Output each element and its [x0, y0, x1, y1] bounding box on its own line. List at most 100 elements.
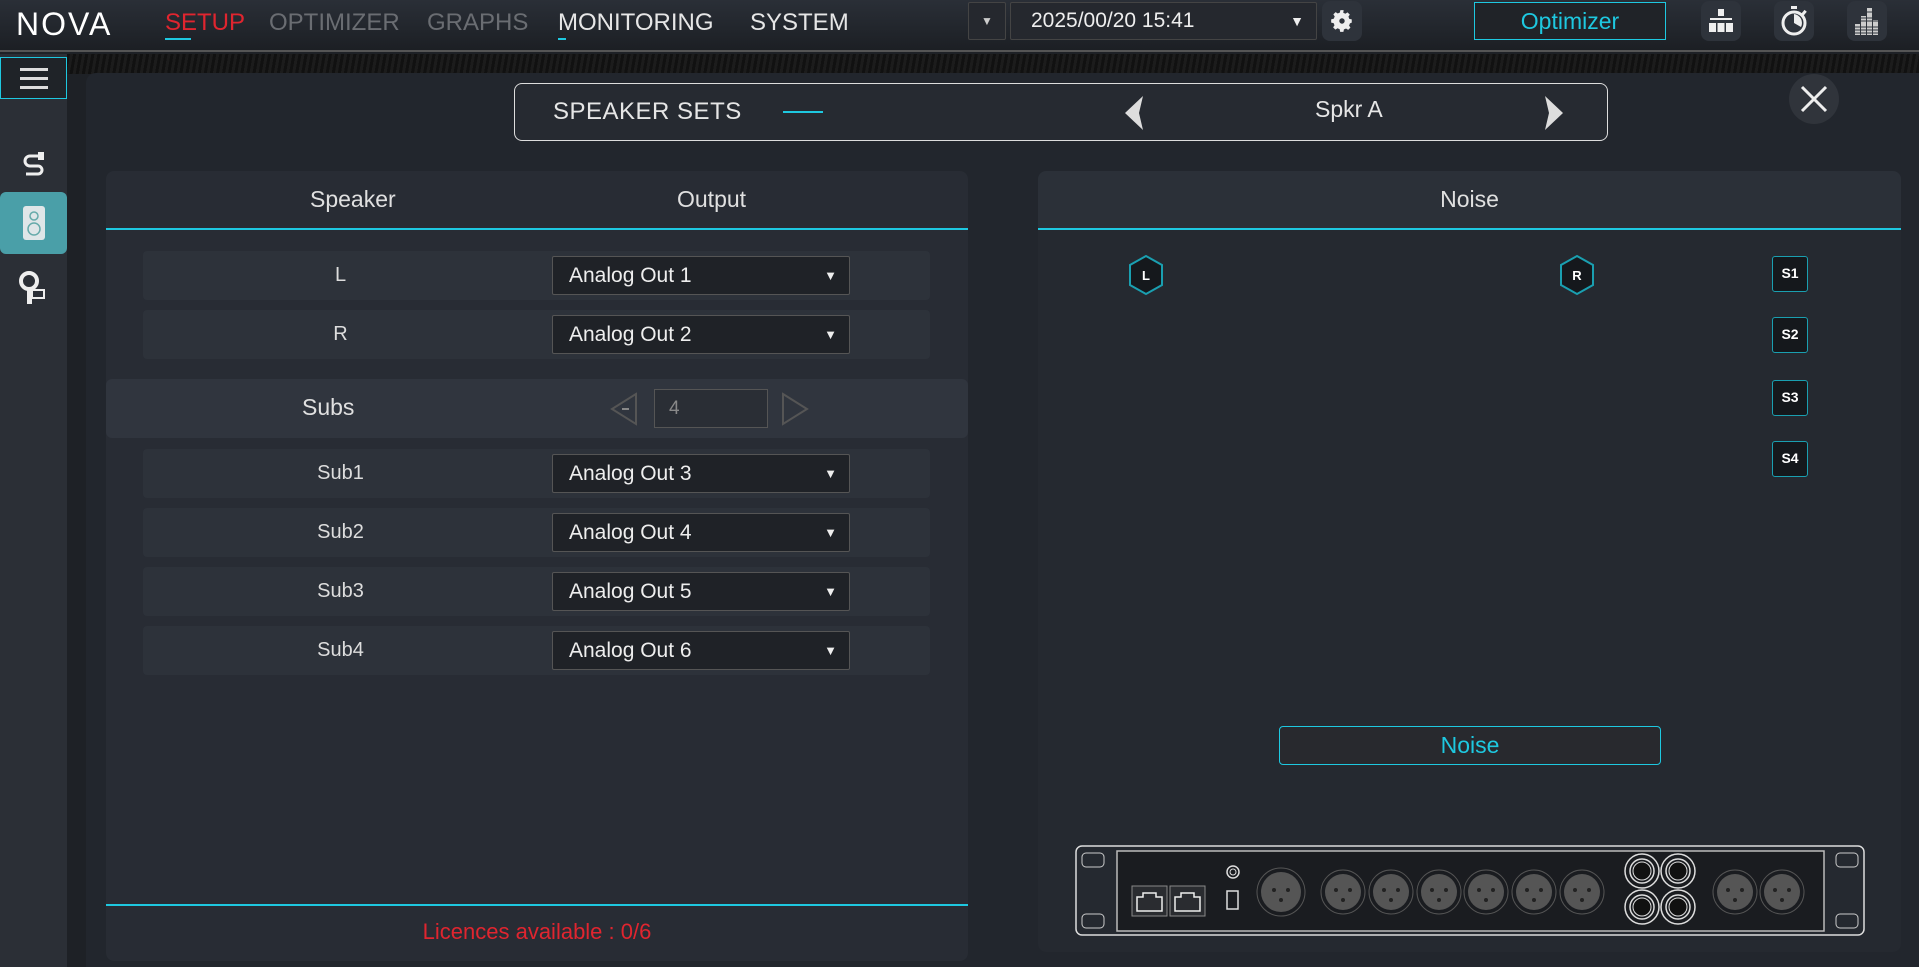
settings-button[interactable]	[1322, 1, 1362, 41]
caret-down-icon: ▼	[824, 584, 837, 599]
jack-connector-icon	[1660, 853, 1696, 889]
speaker-sets-dash	[783, 111, 823, 113]
xlr-connector-icon	[1256, 867, 1306, 917]
output-value: Analog Out 5	[569, 580, 692, 603]
noise-button[interactable]: Noise	[1279, 726, 1661, 765]
xlr-connector-icon	[1368, 869, 1414, 915]
output-column-header: Output	[677, 186, 747, 212]
speaker-sets-selector: SPEAKER SETS Spkr A	[514, 83, 1608, 141]
jack-connector-icon	[1624, 853, 1660, 889]
nav-graphs[interactable]: GRAPHS	[427, 9, 528, 37]
spectrum-button[interactable]	[1847, 1, 1887, 41]
sidebar	[0, 54, 67, 967]
speaker-output-panel: Speaker Output L Analog Out 1 ▼ R Analog Ou…	[106, 171, 968, 961]
spectrum-icon	[1853, 8, 1881, 35]
noise-title: Noise	[1440, 186, 1499, 212]
caret-down-icon: ▼	[824, 525, 837, 540]
datetime-value: 2025/00/20 15:41	[1031, 9, 1195, 32]
optimizer-button[interactable]: Optimizer	[1474, 2, 1666, 40]
output-value: Analog Out 4	[569, 521, 692, 544]
output-select[interactable]: Analog Out 4 ▼	[552, 513, 850, 552]
history-dropdown[interactable]: ▼	[968, 2, 1006, 40]
current-speaker-set: Spkr A	[1315, 96, 1383, 122]
nav-monitoring-underline	[558, 38, 566, 40]
network-button[interactable]	[1701, 1, 1741, 41]
panel-header: Speaker Output	[106, 171, 968, 230]
nova-logo: NOVA	[16, 6, 113, 42]
nav-optimizer[interactable]: OPTIMIZER	[269, 9, 400, 37]
caret-down-icon: ▼	[824, 327, 837, 342]
jack-connector-icon	[1624, 889, 1660, 925]
timer-button[interactable]	[1774, 1, 1814, 41]
footer-divider	[106, 904, 968, 906]
sidebar-item-connectors[interactable]	[8, 260, 60, 316]
output-value: Analog Out 6	[569, 639, 692, 662]
previous-set-arrow-icon[interactable]	[1119, 94, 1149, 132]
sub-node-s2[interactable]: S2	[1772, 317, 1808, 353]
speaker-column-header: Speaker	[310, 186, 396, 212]
xlr-connector-icon	[1511, 869, 1557, 915]
cable-icon	[23, 152, 44, 176]
network-icon	[1709, 9, 1733, 32]
connector-icon	[19, 271, 45, 304]
ethernet-port-icon	[1131, 885, 1168, 917]
output-select[interactable]: Analog Out 5 ▼	[552, 572, 850, 611]
rack-ear-hole	[1835, 913, 1859, 929]
speaker-row-sub2: Sub2 Analog Out 4 ▼	[143, 508, 930, 557]
output-select[interactable]: Analog Out 3 ▼	[552, 454, 850, 493]
subs-count-input[interactable]: 4	[654, 389, 768, 428]
speaker-node-l[interactable]: L	[1127, 254, 1165, 296]
licences-status: Licences available : 0/6	[422, 919, 652, 944]
speaker-node-label: L	[1142, 267, 1150, 283]
speaker-label: Sub2	[317, 521, 364, 543]
rack-ear-hole	[1081, 852, 1105, 868]
sub-node-s3[interactable]: S3	[1772, 380, 1808, 416]
speaker-row-sub4: Sub4 Analog Out 6 ▼	[143, 626, 930, 675]
subs-row: Subs 4	[106, 379, 968, 438]
nav-setup[interactable]: SETUP	[165, 9, 245, 37]
xlr-connector-icon	[1712, 869, 1758, 915]
next-set-arrow-icon[interactable]	[1539, 94, 1569, 132]
increment-subs-icon[interactable]	[780, 392, 810, 426]
sub-node-s1[interactable]: S1	[1772, 256, 1808, 292]
close-icon	[1800, 85, 1828, 113]
caret-down-icon: ▼	[824, 466, 837, 481]
decorative-stripe	[67, 54, 1919, 74]
speaker-row-r: R Analog Out 2 ▼	[143, 310, 930, 359]
speaker-row-sub1: Sub1 Analog Out 3 ▼	[143, 449, 930, 498]
speaker-sets-title: SPEAKER SETS	[553, 98, 742, 125]
output-select[interactable]: Analog Out 2 ▼	[552, 315, 850, 354]
ethernet-port-icon	[1169, 885, 1206, 917]
sidebar-item-speakers[interactable]	[0, 192, 67, 254]
caret-down-icon: ▼	[981, 14, 993, 28]
sub-node-s4[interactable]: S4	[1772, 441, 1808, 477]
output-value: Analog Out 2	[569, 323, 692, 346]
speaker-label: R	[333, 323, 348, 345]
device-rack-diagram	[1075, 845, 1865, 936]
datetime-select[interactable]: 2025/00/20 15:41 ▼	[1010, 2, 1317, 40]
caret-down-icon: ▼	[1290, 13, 1304, 29]
output-select[interactable]: Analog Out 6 ▼	[552, 631, 850, 670]
gear-icon	[1331, 10, 1352, 32]
speaker-row-sub3: Sub3 Analog Out 5 ▼	[143, 567, 930, 616]
speaker-row-l: L Analog Out 1 ▼	[143, 251, 930, 300]
noise-header: Noise	[1038, 171, 1901, 230]
sidebar-item-cables[interactable]	[8, 134, 60, 190]
rack-ear-hole	[1081, 913, 1105, 929]
xlr-connector-icon	[1759, 869, 1805, 915]
speaker-label: Sub1	[317, 462, 364, 484]
speaker-label: Sub3	[317, 580, 364, 602]
output-value: Analog Out 1	[569, 264, 692, 287]
close-button[interactable]	[1789, 74, 1839, 124]
speaker-node-r[interactable]: R	[1558, 254, 1596, 296]
caret-down-icon: ▼	[824, 268, 837, 283]
nav-monitoring[interactable]: MONITORING	[558, 9, 714, 37]
decrement-subs-icon[interactable]	[609, 392, 639, 426]
nav-system[interactable]: SYSTEM	[750, 9, 849, 37]
speaker-icon	[22, 206, 45, 240]
output-select[interactable]: Analog Out 1 ▼	[552, 256, 850, 295]
nav-setup-underline	[165, 38, 191, 40]
xlr-connector-icon	[1463, 869, 1509, 915]
speaker-node-label: R	[1572, 267, 1582, 283]
menu-button[interactable]	[0, 57, 67, 99]
